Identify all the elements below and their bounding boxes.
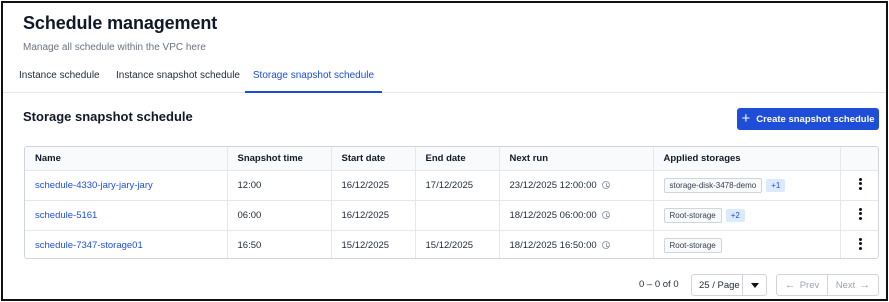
end-date-cell [415, 200, 500, 231]
column-header-name[interactable]: Name [25, 147, 228, 171]
app-window: Schedule management Manage all schedule … [1, 1, 888, 301]
storage-tag: Root-storage [663, 237, 722, 253]
prev-label: Prev [799, 279, 820, 291]
clock-icon [601, 240, 610, 249]
next-run-cell: 18/12/2025 16:50:00 [499, 230, 654, 258]
next-run-value: 18/12/2025 16:50:00 [509, 239, 597, 251]
table-row: schedule-7347-storage01 16:50 15/12/2025… [25, 230, 878, 258]
applied-storages-cell: Root-storage [653, 230, 841, 258]
prev-page-button[interactable]: ← Prev [777, 275, 827, 295]
column-header-next-run[interactable]: Next run [499, 147, 654, 171]
schedule-name-link[interactable]: schedule-4330-jary-jary-jary [35, 180, 153, 191]
more-storages-badge[interactable]: +2 [725, 208, 745, 222]
next-run-value: 18/12/2025 06:00:00 [509, 209, 597, 221]
tab-storage-snapshot-schedule[interactable]: Storage snapshot schedule [245, 65, 382, 93]
schedule-name-link[interactable]: schedule-5161 [35, 210, 97, 221]
tab-instance-schedule[interactable]: Instance schedule [15, 65, 104, 93]
more-vertical-icon[interactable] [858, 236, 862, 251]
page-title: Schedule management [23, 13, 218, 33]
snapshot-time-cell: 06:00 [227, 200, 332, 231]
more-storages-badge[interactable]: +1 [766, 178, 786, 192]
actions-cell [840, 170, 878, 201]
schedule-table: Name Snapshot time Start date End date N… [24, 146, 879, 259]
chevron-down-icon[interactable] [742, 275, 766, 295]
column-header-start-date[interactable]: Start date [331, 147, 416, 171]
storage-tag: storage-disk-3478-demo [663, 177, 763, 193]
next-run-value: 23/12/2025 12:00:00 [509, 179, 597, 191]
schedule-name-link[interactable]: schedule-7347-storage01 [35, 240, 143, 251]
more-vertical-icon[interactable] [858, 176, 862, 191]
next-label: Next [835, 279, 856, 291]
create-snapshot-schedule-button[interactable]: + Create snapshot schedule [737, 108, 879, 130]
tab-instance-snapshot-schedule[interactable]: Instance snapshot schedule [112, 65, 244, 93]
applied-storages-cell: Root-storage +2 [653, 200, 841, 231]
start-date-cell: 16/12/2025 [331, 200, 416, 231]
page-subtitle: Manage all schedule within the VPC here [23, 42, 206, 53]
snapshot-time-cell: 16:50 [227, 230, 332, 258]
clock-icon [601, 180, 610, 189]
arrow-right-icon: → [859, 279, 871, 291]
more-vertical-icon[interactable] [858, 206, 862, 221]
next-run-cell: 23/12/2025 12:00:00 [499, 170, 654, 201]
pagination-nav: ← Prev Next → [776, 274, 879, 296]
plus-icon: + [741, 110, 751, 127]
applied-storages-cell: storage-disk-3478-demo +1 [653, 170, 841, 201]
table-row: schedule-4330-jary-jary-jary 12:00 16/12… [25, 170, 878, 201]
column-header-snapshot-time[interactable]: Snapshot time [227, 147, 332, 171]
page-size-value: 25 / Page [699, 280, 740, 291]
next-page-button[interactable]: Next → [827, 275, 878, 295]
arrow-left-icon: ← [784, 279, 796, 291]
pagination-range: 0 – 0 of 0 [639, 279, 679, 290]
page-size-select[interactable]: 25 / Page [691, 274, 767, 296]
create-button-label: Create snapshot schedule [756, 113, 875, 125]
column-header-applied-storages[interactable]: Applied storages [653, 147, 841, 171]
section-title: Storage snapshot schedule [23, 109, 193, 124]
table-row: schedule-5161 06:00 16/12/2025 18/12/202… [25, 200, 878, 231]
end-date-cell: 17/12/2025 [415, 170, 500, 201]
actions-cell [840, 230, 878, 258]
clock-icon [601, 210, 610, 219]
column-header-actions [840, 147, 878, 171]
start-date-cell: 16/12/2025 [331, 170, 416, 201]
table-header-row: Name Snapshot time Start date End date N… [25, 147, 878, 171]
snapshot-time-cell: 12:00 [227, 170, 332, 201]
next-run-cell: 18/12/2025 06:00:00 [499, 200, 654, 231]
start-date-cell: 15/12/2025 [331, 230, 416, 258]
end-date-cell: 15/12/2025 [415, 230, 500, 258]
actions-cell [840, 200, 878, 231]
column-header-end-date[interactable]: End date [415, 147, 500, 171]
tab-bar: Instance schedule Instance snapshot sche… [3, 65, 886, 93]
page-header: Schedule management Manage all schedule … [23, 13, 217, 53]
storage-tag: Root-storage [663, 207, 722, 223]
